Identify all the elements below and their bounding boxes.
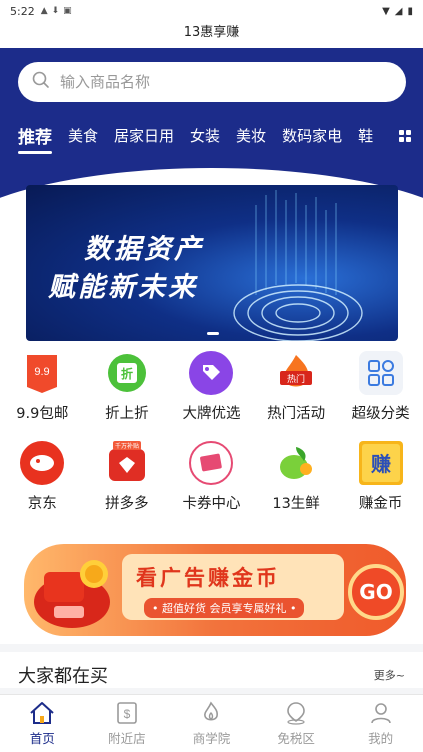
ad-section: 看广告赚金币 • 超值好货 会员享专属好礼 • GO (0, 534, 423, 644)
category-tab-recommend[interactable]: 推荐 (18, 123, 52, 154)
grid-item-brand[interactable]: 大牌优选 (169, 344, 253, 434)
brand-tag-icon (188, 350, 234, 396)
svg-text:热门: 热门 (287, 373, 305, 384)
svg-text:$: $ (124, 707, 131, 721)
page-title: 13惠享赚 (0, 22, 423, 48)
status-time: 5:22 (10, 4, 35, 18)
category-tab-shoes[interactable]: 鞋 (358, 125, 373, 152)
search-bar[interactable] (18, 62, 406, 102)
grid-item-pdd[interactable]: 千万补贴 拼多多 (85, 434, 169, 524)
grid-label: 赚金币 (358, 496, 403, 512)
tab-business-school[interactable]: 商学院 (171, 695, 251, 752)
tag-9-9-icon: 9.9 (19, 350, 65, 396)
app-icon: ▣ (63, 6, 72, 16)
tab-label: 附近店 (108, 731, 146, 746)
search-input[interactable] (60, 73, 360, 91)
wifi-icon: ▼ (382, 5, 390, 17)
banner-headline-1: 数据资产 (84, 234, 204, 265)
more-link[interactable]: 更多~ (374, 667, 405, 683)
grid-item-coupon[interactable]: 卡券中心 (169, 434, 253, 524)
home-icon (30, 702, 54, 724)
grid-label: 折上折 (105, 406, 149, 422)
tab-label: 商学院 (192, 731, 231, 746)
tab-label: 首页 (29, 731, 55, 746)
grid-label: 拼多多 (105, 496, 149, 512)
grid-item-9-9[interactable]: 9.9 9.9包邮 (0, 344, 84, 434)
fingerprint-graphic (233, 190, 363, 341)
svg-text:千万补贴: 千万补贴 (115, 442, 139, 450)
red-envelope-icon (34, 560, 110, 628)
hot-icon: 热门 (273, 350, 319, 396)
grid-label: 卡券中心 (182, 496, 241, 512)
store-icon: $ (117, 702, 137, 724)
location-icon (287, 702, 305, 725)
download-icon: ⬇ (51, 6, 60, 16)
grid-item-jd[interactable]: 京东 (0, 434, 84, 524)
ad-title: 看广告赚金币 (136, 566, 280, 590)
fresh-icon (273, 440, 319, 486)
grid-label: 热门活动 (267, 406, 326, 422)
svg-text:折: 折 (121, 366, 133, 381)
watch-ad-banner[interactable]: 看广告赚金币 • 超值好货 会员享专属好礼 • GO (24, 544, 406, 636)
category-tab-women[interactable]: 女装 (190, 125, 220, 152)
hero-section: 推荐 美食 居家日用 女装 美妆 数码家电 鞋 数据资产 赋能新未来 (0, 48, 423, 344)
category-tabs: 推荐 美食 居家日用 女装 美妆 数码家电 鞋 (18, 120, 423, 156)
tab-label: 免税区 (277, 731, 315, 746)
tab-home[interactable]: 首页 (2, 695, 82, 752)
grid-item-hot[interactable]: 热门 热门活动 (254, 344, 338, 434)
banner-headline-2: 赋能新未来 (48, 272, 198, 303)
battery-icon: ▮ (407, 5, 413, 17)
grid-label: 9.9包邮 (16, 406, 69, 422)
feature-grid: 9.9 9.9包邮 折 折上折 大牌优选 热门 热门活动 超级分类 京东 千万补… (0, 344, 423, 534)
tab-duty-free[interactable]: 免税区 (256, 695, 336, 752)
status-bar: 5:22 ▲ ⬇ ▣ ▼ ◢ ▮ (0, 0, 423, 22)
category-grid-menu-icon[interactable] (397, 128, 413, 144)
category-tab-beauty[interactable]: 美妆 (236, 125, 266, 152)
user-icon (370, 703, 391, 724)
grid-label: 13生鲜 (272, 496, 320, 512)
category-tab-home[interactable]: 居家日用 (114, 125, 174, 152)
tab-nearby-store[interactable]: $ 附近店 (87, 695, 167, 752)
grid-item-super-category[interactable]: 超级分类 (339, 344, 423, 434)
popular-section: 大家都在买 更多~ (0, 644, 423, 688)
earn-coin-icon: 赚 (358, 440, 404, 486)
signal-icon: ◢ (394, 5, 403, 17)
notification-icons: ▲ ⬇ ▣ (41, 6, 72, 16)
bottom-tab-bar: 首页 $ 附近店 商学院 免税区 我的 (0, 694, 423, 752)
promo-banner[interactable]: 数据资产 赋能新未来 (26, 185, 398, 341)
search-icon (32, 71, 50, 93)
tab-profile[interactable]: 我的 (341, 695, 421, 752)
category-tab-food[interactable]: 美食 (68, 125, 98, 152)
banner-indicator (207, 332, 219, 335)
category-grid-icon (358, 350, 404, 396)
grid-item-fresh[interactable]: 13生鲜 (254, 434, 338, 524)
grid-label: 京东 (27, 496, 57, 512)
a-icon: ▲ (40, 6, 48, 16)
grid-item-discount[interactable]: 折 折上折 (85, 344, 169, 434)
pdd-icon: 千万补贴 (104, 440, 150, 486)
grid-label: 大牌优选 (182, 406, 241, 422)
section-title: 大家都在买 (18, 666, 108, 687)
grid-label: 超级分类 (351, 406, 410, 422)
discount-icon: 折 (104, 350, 150, 396)
ad-subtitle: • 超值好货 会员享专属好礼 • (144, 598, 305, 618)
flame-icon (204, 701, 219, 721)
tab-label: 我的 (368, 731, 394, 746)
svg-text:9.9: 9.9 (35, 366, 50, 378)
coupon-icon (188, 440, 234, 486)
go-button[interactable]: GO (348, 564, 404, 620)
category-tab-digital[interactable]: 数码家电 (282, 125, 342, 152)
jd-icon (19, 440, 65, 486)
svg-text:赚: 赚 (370, 453, 391, 476)
grid-item-earn-coin[interactable]: 赚 赚金币 (339, 434, 423, 524)
